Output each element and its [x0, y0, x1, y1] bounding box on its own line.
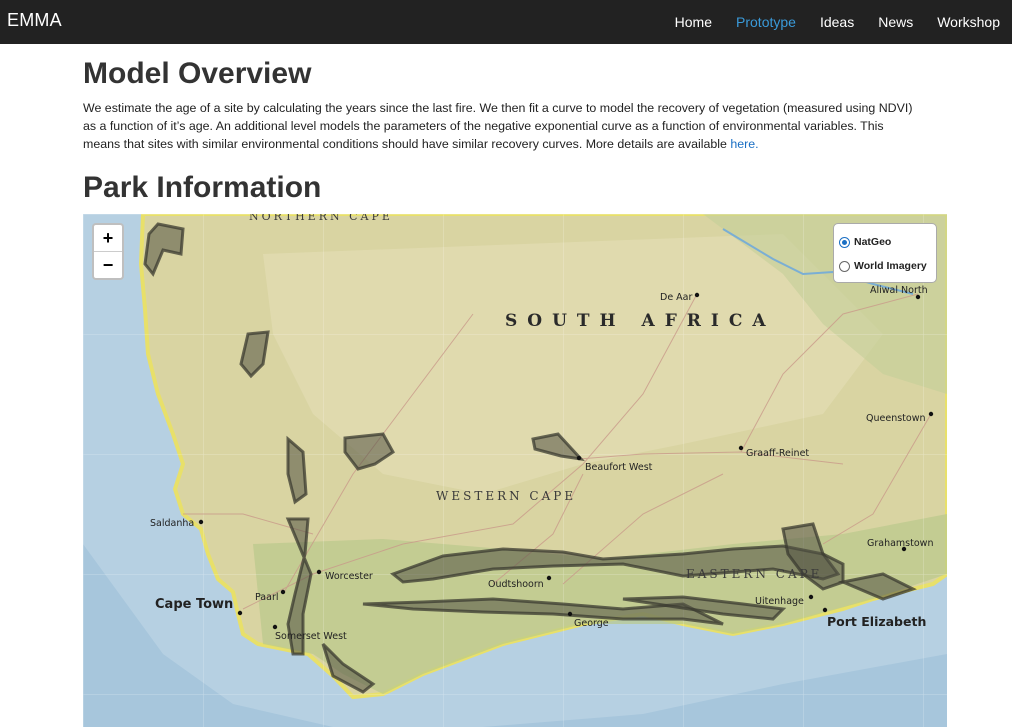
nav-prototype[interactable]: Prototype — [724, 0, 808, 44]
graaff-reinet-dot — [738, 445, 744, 451]
natgeo-label[interactable]: NatGeo — [854, 236, 891, 248]
cape-town-dot — [237, 610, 243, 616]
label-somerset-west: Somerset West — [275, 631, 347, 642]
overview-text: We estimate the age of a site by calcula… — [83, 101, 913, 151]
label-george: George — [574, 618, 609, 629]
george-dot — [567, 611, 573, 617]
nav-home[interactable]: Home — [663, 0, 724, 44]
label-western-cape: WESTERN CAPE — [436, 489, 576, 503]
label-northern-cape: NORTHERN CAPE — [249, 214, 393, 223]
label-saldanha: Saldanha — [150, 518, 194, 529]
label-south-africa: SOUTH AFRICA — [505, 311, 776, 331]
uitenhage-dot — [808, 594, 814, 600]
park-map[interactable]: NORTHERN CAPE SOUTH AFRICA WESTERN CAPE … — [83, 214, 947, 727]
zoom-in-button[interactable]: + — [94, 225, 122, 251]
park-information-heading: Park Information — [83, 171, 322, 204]
nav-workshop[interactable]: Workshop — [925, 0, 1012, 44]
saldanha-dot — [198, 519, 204, 525]
paarl-dot — [280, 589, 286, 595]
label-cape-town: Cape Town — [155, 597, 233, 612]
layer-natgeo[interactable]: NatGeo — [839, 236, 891, 248]
details-link[interactable]: here. — [730, 137, 758, 151]
label-aliwal-north: Aliwal North — [870, 285, 928, 296]
label-graaff-reinet: Graaff-Reinet — [746, 448, 809, 459]
layer-switcher: NatGeo World Imagery — [833, 223, 937, 283]
oudtshoorn-dot — [546, 575, 552, 581]
beaufort-west-dot — [576, 455, 582, 461]
label-grahamstown: Grahamstown — [867, 538, 933, 549]
nav-ideas[interactable]: Ideas — [808, 0, 866, 44]
navbar: EMMA Home Prototype Ideas News Workshop — [0, 0, 1012, 44]
brand-logo[interactable]: EMMA — [7, 10, 62, 31]
grid-lines — [83, 214, 947, 727]
nav-news[interactable]: News — [866, 0, 925, 44]
label-worcester: Worcester — [325, 571, 373, 582]
world-imagery-radio[interactable] — [839, 260, 850, 272]
port-elizabeth-dot — [822, 607, 828, 613]
label-eastern-cape: EASTERN CAPE — [686, 567, 822, 581]
label-oudtshoorn: Oudtshoorn — [488, 579, 544, 590]
overview-paragraph: We estimate the age of a site by calcula… — [83, 99, 913, 153]
somerset-west-dot — [272, 624, 278, 630]
world-imagery-label[interactable]: World Imagery — [854, 260, 927, 272]
label-uitenhage: Uitenhage — [755, 596, 804, 607]
layer-world-imagery[interactable]: World Imagery — [839, 260, 927, 272]
zoom-out-button[interactable]: − — [94, 251, 122, 278]
worcester-dot — [316, 569, 322, 575]
natgeo-radio[interactable] — [839, 236, 850, 248]
label-de-aar: De Aar — [660, 292, 693, 303]
nav-menu: Home Prototype Ideas News Workshop — [663, 0, 1012, 44]
zoom-control: + − — [92, 223, 124, 280]
de-aar-dot — [694, 292, 700, 298]
queenstown-dot — [928, 411, 934, 417]
model-overview-heading: Model Overview — [83, 57, 312, 90]
label-queenstown: Queenstown — [866, 413, 926, 424]
label-paarl: Paarl — [255, 592, 279, 603]
label-port-elizabeth: Port Elizabeth — [827, 614, 926, 629]
label-beaufort-west: Beaufort West — [585, 462, 653, 473]
map-canvas[interactable]: NORTHERN CAPE SOUTH AFRICA WESTERN CAPE … — [83, 214, 947, 727]
